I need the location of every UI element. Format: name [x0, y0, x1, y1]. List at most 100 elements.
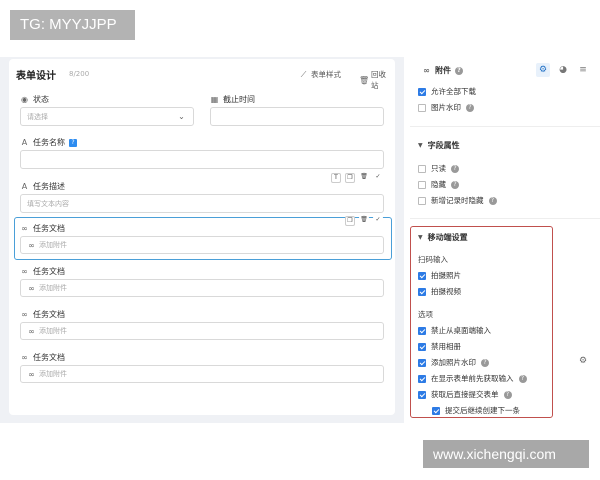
continue-create-next-checkbox[interactable]: 提交后继续创建下一条 — [432, 405, 520, 416]
link-icon: ∞ — [28, 283, 35, 293]
field-props-section-title[interactable]: ▼ 字段属性 — [418, 140, 460, 151]
checkbox-checked[interactable] — [418, 287, 426, 296]
task-desc-input[interactable]: 填写文本内容 — [20, 194, 384, 213]
copy-icon[interactable]: ❐ — [345, 216, 355, 226]
chevron-down-icon: ⌄ — [178, 112, 185, 121]
check-icon[interactable]: ✓ — [373, 173, 383, 183]
gear-icon[interactable]: ⚙ — [536, 63, 550, 77]
delete-icon[interactable]: 🗑 — [359, 216, 369, 226]
help-icon[interactable]: ? — [481, 358, 489, 367]
doc-attachment-input[interactable]: ∞ 添加附件 — [20, 236, 384, 254]
help-icon[interactable]: ? — [488, 196, 497, 205]
checkbox-unchecked[interactable] — [418, 180, 426, 189]
link-icon: ∞ — [423, 66, 430, 75]
link-icon: ∞ — [21, 224, 28, 233]
deadline-label-text: 截止时间 — [223, 95, 255, 104]
fetch-before-form-checkbox[interactable]: 在显示表单前先获取输入 ? — [418, 373, 527, 384]
link-icon: ∞ — [21, 310, 28, 319]
take-photo-checkbox[interactable]: 拍摄照片 — [418, 270, 461, 281]
palette-icon[interactable]: ◕ — [556, 63, 570, 77]
submit-after-fetch-checkbox[interactable]: 获取后直接提交表单 ? — [418, 389, 512, 400]
task-desc-placeholder: 填写文本内容 — [27, 199, 69, 208]
checkbox-label: 禁止从桌面端输入 — [431, 326, 491, 335]
caret-down-icon: ▼ — [418, 234, 423, 241]
status-select[interactable]: 请选择 ⌄ — [20, 107, 194, 126]
checkbox-checked[interactable] — [432, 406, 440, 415]
checkbox-label: 图片水印 — [431, 103, 461, 112]
checkbox-label: 隐藏 — [431, 180, 446, 189]
disable-album-checkbox[interactable]: 禁用相册 — [418, 341, 461, 352]
doc-placeholder: 添加附件 — [39, 327, 67, 335]
doc-attachment-input[interactable]: ∞ 添加附件 — [20, 279, 384, 297]
checkbox-checked[interactable] — [418, 390, 426, 399]
divider — [410, 126, 600, 127]
help-icon[interactable]: ? — [503, 390, 512, 399]
image-watermark-checkbox[interactable]: 图片水印 ? — [418, 102, 474, 113]
copy-icon[interactable]: ❐ — [345, 173, 355, 183]
checkbox-unchecked[interactable] — [418, 196, 426, 205]
doc-label-text: 任务文档 — [33, 267, 65, 276]
section-title-text: 移动端设置 — [427, 233, 468, 242]
help-icon[interactable]: ? — [518, 374, 527, 383]
watermark-top: TG: MYYJJPP — [10, 10, 135, 40]
allow-download-checkbox[interactable]: 允许全部下载 — [418, 86, 476, 97]
help-icon[interactable]: ? — [451, 180, 459, 189]
task-name-label-text: 任务名称 — [33, 138, 65, 147]
checkbox-checked[interactable] — [418, 358, 426, 367]
checkbox-unchecked[interactable] — [418, 164, 426, 173]
form-style-label: 表单样式 — [311, 70, 341, 79]
doc-label-text: 任务文档 — [33, 353, 65, 362]
readonly-checkbox[interactable]: 只读 ? — [418, 163, 459, 174]
help-icon[interactable]: ? — [451, 164, 459, 173]
take-video-checkbox[interactable]: 拍摄视频 — [418, 286, 461, 297]
page-title: 表单设计 — [16, 71, 56, 82]
options-title: 选项 — [418, 310, 433, 319]
recycle-bin-button[interactable]: 🗑 回收站 — [359, 69, 387, 91]
text-icon: A — [21, 182, 28, 191]
hide-on-new-checkbox[interactable]: 新增记录时隐藏 ? — [418, 195, 497, 206]
type-icon[interactable]: T — [331, 173, 341, 183]
task-name-input[interactable] — [20, 150, 384, 169]
panel-header: 表单设计 8/200 ⟋ 表单样式 🗑 回收站 — [16, 67, 387, 91]
checkbox-label: 添加照片水印 — [431, 358, 476, 367]
checkbox-label: 允许全部下载 — [431, 87, 476, 96]
checkbox-checked[interactable] — [418, 271, 426, 280]
checkbox-checked[interactable] — [418, 374, 426, 383]
doc-field-label: ∞ 任务文档 — [20, 266, 65, 277]
field-count: 8/200 — [69, 70, 90, 78]
doc-label-text: 任务文档 — [33, 224, 65, 233]
list-icon[interactable]: ≡ — [576, 63, 590, 77]
add-photo-watermark-checkbox[interactable]: 添加照片水印 ? — [418, 357, 489, 368]
checkbox-checked[interactable] — [418, 87, 426, 96]
properties-title-text: 附件 — [435, 66, 451, 75]
deadline-input[interactable] — [210, 107, 384, 126]
task-desc-toolbar: T ❐ 🗑 ✓ — [331, 173, 383, 183]
help-icon[interactable]: ? — [455, 66, 463, 75]
doc-placeholder: 添加附件 — [39, 241, 67, 249]
disable-desktop-input-checkbox[interactable]: 禁止从桌面端输入 — [418, 325, 491, 336]
checkbox-checked[interactable] — [418, 342, 426, 351]
task-name-field-label: A 任务名称 ? — [20, 137, 77, 148]
doc-attachment-input[interactable]: ∞ 添加附件 — [20, 365, 384, 383]
link-icon: ∞ — [21, 353, 28, 362]
form-style-button[interactable]: ⟋ 表单样式 — [299, 69, 341, 80]
magic-wand-icon: ⟋ — [300, 69, 307, 79]
link-icon: ∞ — [28, 240, 35, 250]
text-icon: A — [21, 138, 28, 147]
doc-field-label: ∞ 任务文档 — [20, 223, 65, 234]
properties-header: ∞ 附件 ? ⚙ ◕ ≡ — [410, 57, 600, 83]
help-icon[interactable]: ? — [466, 103, 474, 112]
section-title-text: 字段属性 — [427, 141, 460, 150]
hidden-checkbox[interactable]: 隐藏 ? — [418, 179, 459, 190]
link-icon: ∞ — [21, 267, 28, 276]
link-icon: ∞ — [28, 326, 35, 336]
properties-tabs: ⚙ ◕ ≡ — [536, 63, 590, 77]
checkbox-unchecked[interactable] — [418, 103, 426, 112]
checkbox-checked[interactable] — [418, 326, 426, 335]
help-icon[interactable]: ? — [69, 138, 77, 147]
gear-icon[interactable]: ⚙ — [579, 356, 587, 366]
mobile-section-title[interactable]: ▼ 移动端设置 — [418, 232, 468, 243]
doc-attachment-input[interactable]: ∞ 添加附件 — [20, 322, 384, 340]
delete-icon[interactable]: 🗑 — [359, 173, 369, 183]
check-icon[interactable]: ✓ — [373, 216, 383, 226]
